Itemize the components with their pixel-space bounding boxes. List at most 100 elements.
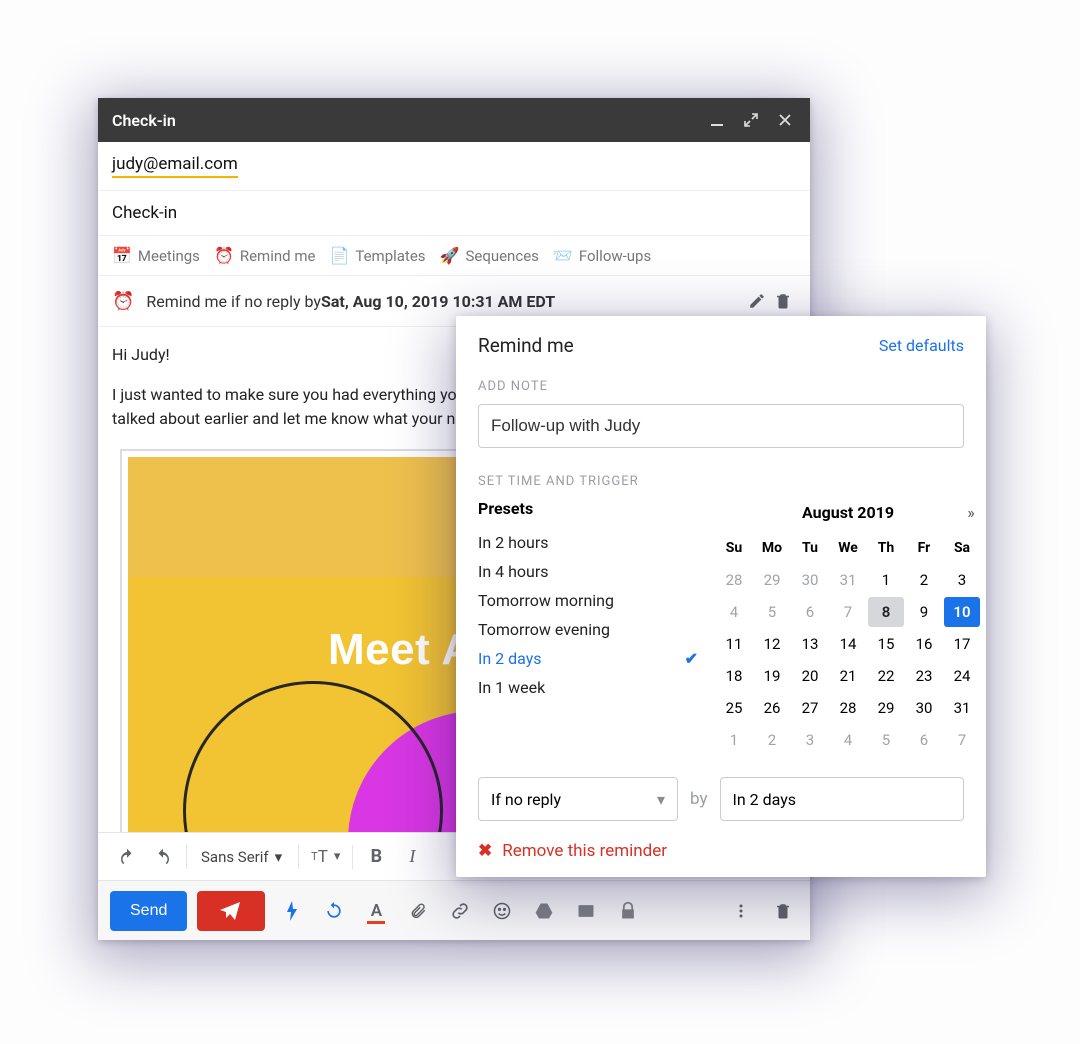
recipient-chip[interactable]: judy@email.com	[112, 154, 238, 178]
calendar-day[interactable]: 29	[754, 565, 790, 595]
calendar-day[interactable]: 30	[906, 693, 942, 723]
font-label-text: Sans Serif	[201, 848, 269, 866]
calendar-day[interactable]: 8	[868, 597, 904, 627]
calendar-day[interactable]: 26	[754, 693, 790, 723]
refresh-icon[interactable]	[319, 896, 349, 926]
send-later-button[interactable]	[197, 891, 265, 931]
calendar-day[interactable]: 7	[830, 597, 866, 627]
calendar-day[interactable]: 28	[830, 693, 866, 723]
calendar-day[interactable]: 1	[716, 725, 752, 755]
preset-item[interactable]: In 2 days✔	[478, 644, 698, 673]
calendar-day[interactable]: 17	[944, 629, 980, 659]
send-button[interactable]: Send	[110, 891, 187, 931]
calendar-day[interactable]: 5	[754, 597, 790, 627]
extension-toolbar: 📅 Meetings ⏰ Remind me 📄 Templates 🚀 Seq…	[98, 236, 810, 276]
preset-item[interactable]: Tomorrow morning	[478, 586, 698, 615]
delay-input[interactable]: In 2 days	[720, 777, 965, 821]
to-field-row[interactable]: judy@email.com	[98, 142, 810, 191]
bolt-icon[interactable]	[277, 896, 307, 926]
link-icon[interactable]	[445, 896, 475, 926]
calendar-day[interactable]: 15	[868, 629, 904, 659]
font-select[interactable]: Sans Serif ▾	[193, 840, 292, 874]
calendar-day[interactable]: 21	[830, 661, 866, 691]
toolbar-remind-me[interactable]: ⏰ Remind me	[214, 246, 316, 265]
set-defaults-link[interactable]: Set defaults	[879, 336, 964, 355]
calendar-day[interactable]: 31	[830, 565, 866, 595]
toolbar-sequences[interactable]: 🚀 Sequences	[440, 246, 539, 265]
toolbar-label: Templates	[355, 247, 425, 265]
remove-reminder[interactable]: ✖ Remove this reminder	[478, 841, 964, 861]
minimize-icon[interactable]	[706, 109, 728, 131]
subject-text: Check-in	[112, 203, 177, 223]
trash-icon[interactable]	[770, 288, 796, 314]
preset-item[interactable]: Tomorrow evening	[478, 615, 698, 644]
expand-icon[interactable]	[740, 109, 762, 131]
calendar-day[interactable]: 4	[716, 597, 752, 627]
calendar-dow: Th	[868, 533, 904, 563]
lock-time-icon[interactable]	[613, 896, 643, 926]
toolbar-templates[interactable]: 📄 Templates	[329, 246, 425, 265]
x-icon: ✖	[478, 841, 492, 861]
edit-icon[interactable]	[744, 288, 770, 314]
calendar-day[interactable]: 7	[944, 725, 980, 755]
toolbar-label: Sequences	[465, 247, 538, 265]
calendar-day[interactable]: 2	[754, 725, 790, 755]
calendar-day[interactable]: 1	[868, 565, 904, 595]
calendar-day[interactable]: 25	[716, 693, 752, 723]
calendar-day[interactable]: 2	[906, 565, 942, 595]
undo-icon[interactable]	[110, 840, 144, 874]
close-icon[interactable]	[774, 109, 796, 131]
calendar-day[interactable]: 14	[830, 629, 866, 659]
attach-icon[interactable]	[403, 896, 433, 926]
calendar-day[interactable]: 20	[792, 661, 828, 691]
calendar-day[interactable]: 13	[792, 629, 828, 659]
calendar-day[interactable]: 4	[830, 725, 866, 755]
more-icon[interactable]	[726, 896, 756, 926]
toolbar-followups[interactable]: 📨 Follow-ups	[553, 246, 651, 265]
calendar-day[interactable]: 31	[944, 693, 980, 723]
note-input[interactable]	[478, 404, 964, 448]
preset-item[interactable]: In 4 hours	[478, 557, 698, 586]
chevron-down-icon: ▾	[657, 790, 665, 809]
calendar-day[interactable]: 6	[906, 725, 942, 755]
calendar-day[interactable]: 11	[716, 629, 752, 659]
reminder-date: Sat, Aug 10, 2019 10:31 AM EDT	[321, 292, 555, 311]
bold-icon[interactable]: B	[359, 840, 393, 874]
trash-icon[interactable]	[768, 896, 798, 926]
calendar-day[interactable]: 10	[944, 597, 980, 627]
font-size-icon[interactable]: TT ▾	[305, 840, 346, 874]
italic-icon[interactable]: I	[395, 840, 429, 874]
calendar-day[interactable]: 3	[792, 725, 828, 755]
titlebar: Check-in	[98, 98, 810, 142]
redo-icon[interactable]	[146, 840, 180, 874]
calendar-day[interactable]: 30	[792, 565, 828, 595]
calendar-day[interactable]: 16	[906, 629, 942, 659]
emoji-icon[interactable]	[487, 896, 517, 926]
preset-item[interactable]: In 2 hours	[478, 528, 698, 557]
trigger-select[interactable]: If no reply ▾	[478, 777, 678, 821]
calendar-day[interactable]: 5	[868, 725, 904, 755]
chevron-down-icon: ▾	[334, 849, 341, 864]
calendar-day[interactable]: 28	[716, 565, 752, 595]
image-icon[interactable]	[571, 896, 601, 926]
drive-icon[interactable]	[529, 896, 559, 926]
subject-field[interactable]: Check-in	[98, 191, 810, 236]
toolbar-meetings[interactable]: 📅 Meetings	[112, 246, 200, 265]
calendar-day[interactable]: 24	[944, 661, 980, 691]
presets-heading: Presets	[478, 499, 698, 518]
calendar-day[interactable]: 29	[868, 693, 904, 723]
calendar-day[interactable]: 6	[792, 597, 828, 627]
calendar-day[interactable]: 9	[906, 597, 942, 627]
calendar-day[interactable]: 18	[716, 661, 752, 691]
calendar-day[interactable]: 19	[754, 661, 790, 691]
preset-item[interactable]: In 1 week	[478, 673, 698, 702]
document-icon: 📄	[329, 246, 349, 265]
next-month-icon[interactable]: »	[962, 503, 980, 522]
calendar-day[interactable]: 12	[754, 629, 790, 659]
preset-label: In 4 hours	[478, 562, 549, 581]
calendar-day[interactable]: 23	[906, 661, 942, 691]
calendar-day[interactable]: 27	[792, 693, 828, 723]
text-color-icon[interactable]: A	[361, 896, 391, 926]
calendar-day[interactable]: 3	[944, 565, 980, 595]
calendar-day[interactable]: 22	[868, 661, 904, 691]
